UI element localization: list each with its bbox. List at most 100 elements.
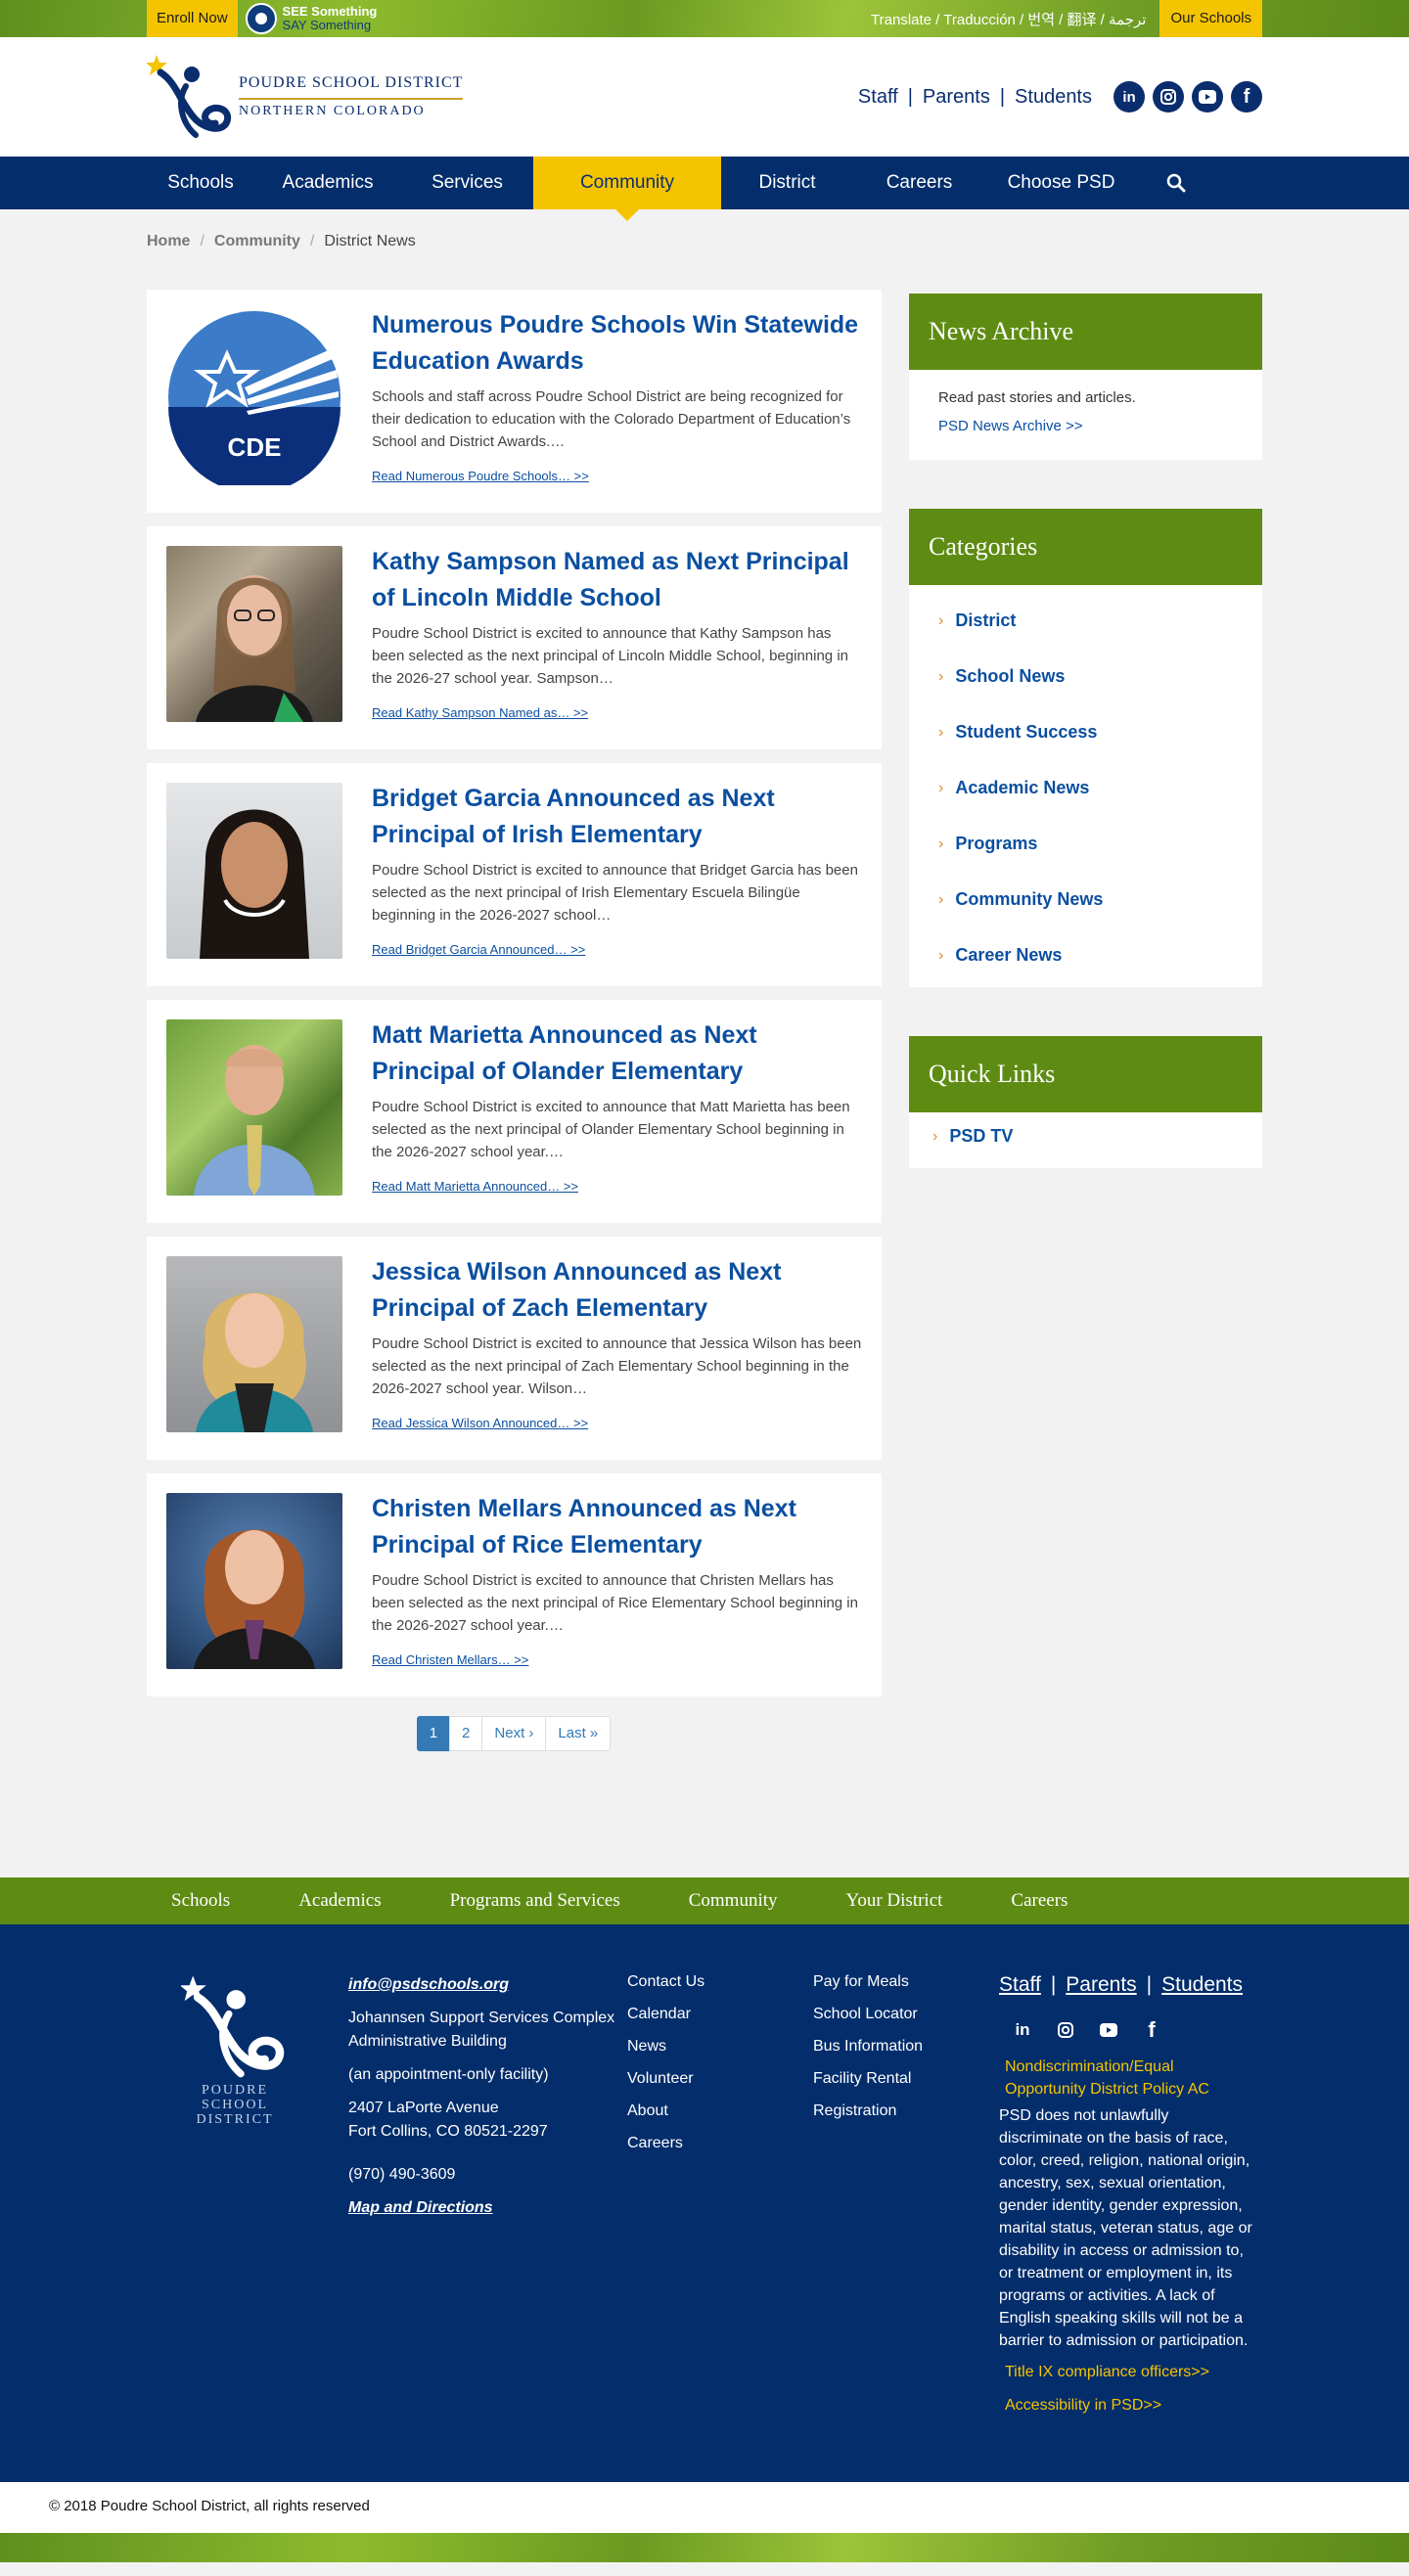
read-more-link[interactable]: Read Matt Marietta Announced… >>	[372, 1179, 578, 1194]
post-title[interactable]: Numerous Poudre Schools Win Statewide Ed…	[372, 307, 862, 380]
footer-link-contact[interactable]: Contact Us	[627, 1973, 813, 1991]
news-archive-link[interactable]: PSD News Archive >>	[938, 418, 1233, 434]
category-student-success[interactable]: › Student Success	[938, 704, 1233, 760]
parents-link[interactable]: Parents	[923, 86, 990, 108]
footer-link-registration[interactable]: Registration	[813, 2102, 999, 2120]
post-title[interactable]: Kathy Sampson Named as Next Principal of…	[372, 544, 862, 616]
street-address: 2407 LaPorte Avenue	[348, 2100, 499, 2116]
post-title[interactable]: Jessica Wilson Announced as Next Princip…	[372, 1254, 862, 1327]
footer-nav-schools[interactable]: Schools	[171, 1890, 230, 1912]
linkedin-icon[interactable]: in	[1114, 81, 1145, 113]
footer-students-link[interactable]: Students	[1161, 1973, 1243, 1996]
footer-logo[interactable]: POUDRE SCHOOL DISTRICT	[147, 1973, 323, 2415]
nav-careers[interactable]: Careers	[853, 157, 985, 209]
matt-marietta-photo[interactable]	[166, 1019, 342, 1196]
breadcrumb-home[interactable]: Home	[147, 233, 190, 249]
students-link[interactable]: Students	[1015, 86, 1092, 108]
district-logo[interactable]: POUDRE SCHOOL DISTRICT NORTHERN COLORADO	[146, 53, 464, 141]
footer-link-news[interactable]: News	[627, 2038, 813, 2056]
page-2-button[interactable]: 2	[449, 1716, 483, 1751]
quick-links-widget: Quick Links › PSD TV	[909, 1036, 1262, 1168]
cde-logo-image[interactable]: CDE	[166, 309, 342, 493]
footer-link-facility-rental[interactable]: Facility Rental	[813, 2070, 999, 2088]
staff-link[interactable]: Staff	[858, 86, 898, 108]
chevron-right-icon: ›	[932, 1127, 938, 1145]
jessica-wilson-photo[interactable]	[166, 1256, 342, 1432]
footer-link-school-locator[interactable]: School Locator	[813, 2006, 999, 2023]
accessibility-link[interactable]: Accessibility in PSD>>	[999, 2397, 1255, 2415]
breadcrumb-community[interactable]: Community	[214, 233, 300, 249]
category-district[interactable]: › District	[938, 593, 1233, 649]
category-academic-news[interactable]: › Academic News	[938, 760, 1233, 816]
footer-links-col1: Contact Us Calendar News Volunteer About…	[627, 1973, 813, 2415]
footer-nav-programs-services[interactable]: Programs and Services	[450, 1890, 620, 1912]
facebook-icon[interactable]: f	[1136, 2014, 1167, 2046]
nav-choose-psd[interactable]: Choose PSD	[985, 157, 1137, 209]
city-address: Fort Collins, CO 80521-2297	[348, 2123, 548, 2140]
instagram-icon[interactable]	[1153, 81, 1184, 113]
footer-link-bus-info[interactable]: Bus Information	[813, 2038, 999, 2056]
post-excerpt: Poudre School District is excited to ann…	[372, 862, 858, 924]
read-more-link[interactable]: Read Bridget Garcia Announced… >>	[372, 942, 585, 957]
read-more-link[interactable]: Read Jessica Wilson Announced… >>	[372, 1416, 588, 1430]
footer-link-about[interactable]: About	[627, 2102, 813, 2120]
next-page-button[interactable]: Next ›	[481, 1716, 547, 1751]
instagram-icon[interactable]	[1050, 2014, 1081, 2046]
footer-parents-link[interactable]: Parents	[1066, 1973, 1136, 1996]
youtube-icon[interactable]	[1093, 2014, 1124, 2046]
category-school-news[interactable]: › School News	[938, 649, 1233, 704]
audience-links: Staff | Parents | Students	[857, 85, 1092, 108]
linkedin-icon[interactable]: in	[1007, 2014, 1038, 2046]
post-title[interactable]: Christen Mellars Announced as Next Princ…	[372, 1491, 862, 1563]
footer-link-volunteer[interactable]: Volunteer	[627, 2070, 813, 2088]
read-more-link[interactable]: Read Christen Mellars… >>	[372, 1652, 528, 1667]
translate-link[interactable]: Translate / Traducción / 번역 / 翻译 / ترجمة	[871, 9, 1146, 29]
nav-community[interactable]: Community	[533, 157, 721, 221]
copyright-bar: © 2018 Poudre School District, all right…	[0, 2482, 1409, 2533]
our-schools-button[interactable]: Our Schools	[1159, 0, 1262, 37]
youtube-icon[interactable]	[1192, 81, 1223, 113]
last-page-button[interactable]: Last »	[545, 1716, 612, 1751]
christen-mellars-photo[interactable]	[166, 1493, 342, 1669]
footer-nav-academics[interactable]: Academics	[298, 1890, 381, 1912]
star-figure-logo-icon	[146, 53, 235, 141]
breadcrumb: Home / Community / District News	[147, 233, 416, 249]
footer-nav-community[interactable]: Community	[689, 1890, 778, 1912]
nondiscrimination-policy-link[interactable]: Nondiscrimination/Equal Opportunity Dist…	[999, 2056, 1255, 2101]
category-career-news[interactable]: › Career News	[938, 927, 1233, 983]
news-item: Jessica Wilson Announced as Next Princip…	[147, 1237, 882, 1460]
email-link[interactable]: info@psdschools.org	[348, 1976, 509, 1993]
footer-link-calendar[interactable]: Calendar	[627, 2006, 813, 2023]
enroll-now-button[interactable]: Enroll Now	[147, 0, 238, 37]
chevron-right-icon: ›	[938, 946, 944, 964]
read-more-link[interactable]: Read Kathy Sampson Named as… >>	[372, 705, 588, 720]
footer-staff-link[interactable]: Staff	[999, 1973, 1041, 1996]
category-programs[interactable]: › Programs	[938, 816, 1233, 872]
footer-nav-careers[interactable]: Careers	[1011, 1890, 1068, 1912]
nav-academics[interactable]: Academics	[254, 157, 401, 209]
search-icon[interactable]	[1137, 157, 1215, 209]
ssss-line2: SAY Something	[282, 18, 372, 32]
nav-district[interactable]: District	[721, 157, 853, 209]
read-more-link[interactable]: Read Numerous Poudre Schools… >>	[372, 469, 589, 483]
post-title[interactable]: Bridget Garcia Announced as Next Princip…	[372, 781, 862, 853]
bridget-garcia-photo[interactable]	[166, 783, 342, 959]
post-excerpt: Poudre School District is excited to ann…	[372, 625, 848, 687]
nav-services[interactable]: Services	[401, 157, 533, 209]
title-ix-link[interactable]: Title IX compliance officers>>	[999, 2364, 1255, 2381]
see-something-say-something-link[interactable]: SEE Something SAY Something	[245, 3, 377, 34]
map-directions-link[interactable]: Map and Directions	[348, 2199, 493, 2216]
news-item: Matt Marietta Announced as Next Principa…	[147, 1000, 882, 1223]
post-title[interactable]: Matt Marietta Announced as Next Principa…	[372, 1017, 862, 1090]
nav-schools[interactable]: Schools	[147, 157, 254, 209]
footer-link-pay-meals[interactable]: Pay for Meals	[813, 1973, 999, 1991]
kathy-sampson-photo[interactable]	[166, 546, 342, 722]
category-community-news[interactable]: › Community News	[938, 872, 1233, 927]
quick-link-psd-tv[interactable]: › PSD TV	[932, 1126, 1239, 1147]
facebook-icon[interactable]: f	[1231, 81, 1262, 113]
footer-link-careers[interactable]: Careers	[627, 2135, 813, 2152]
chevron-right-icon: ›	[938, 779, 944, 796]
footer-nav-your-district[interactable]: Your District	[846, 1890, 943, 1912]
news-item: CDE Numerous Poudre Schools Win Statewid…	[147, 290, 882, 513]
page-1-button[interactable]: 1	[416, 1716, 451, 1751]
